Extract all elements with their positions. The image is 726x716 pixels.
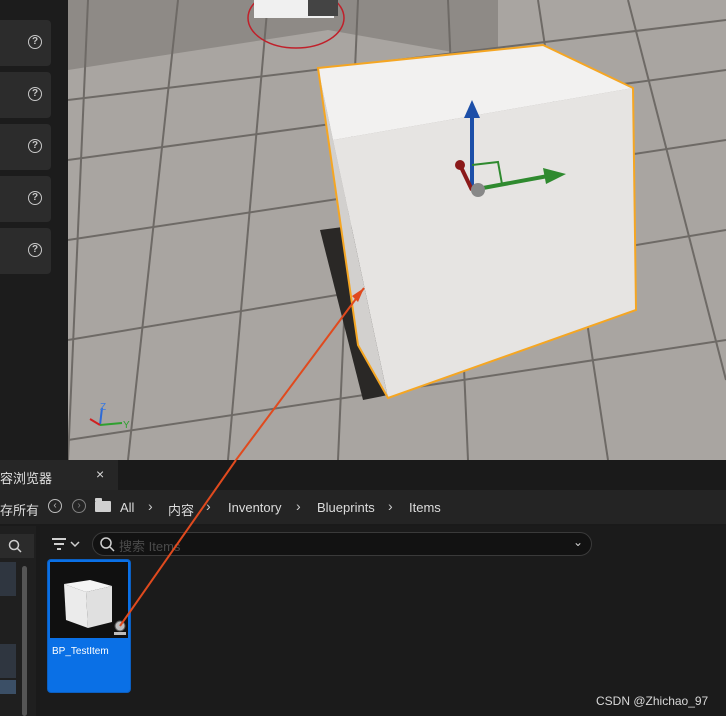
breadcrumb-blueprints[interactable]: Blueprints xyxy=(317,500,375,515)
filter-button[interactable] xyxy=(50,534,86,556)
close-icon[interactable]: × xyxy=(96,466,104,482)
help-icon[interactable]: ? xyxy=(28,87,42,101)
chevron-down-icon[interactable]: ⌄ xyxy=(573,535,583,549)
breadcrumb-items[interactable]: Items xyxy=(409,500,441,515)
viewport-scene: Z Y xyxy=(68,0,726,460)
axis-z-label: Z xyxy=(100,402,106,413)
folder-tree-item[interactable] xyxy=(0,680,16,694)
search-icon xyxy=(100,537,115,552)
forward-icon[interactable]: › xyxy=(72,499,86,513)
property-row: ? xyxy=(0,72,51,118)
chevron-right-icon: › xyxy=(148,498,153,514)
axis-y-label: Y xyxy=(123,420,130,431)
folder-tree-item[interactable] xyxy=(0,644,16,678)
property-row: ? xyxy=(0,228,51,274)
search-placeholder: 搜索 Items xyxy=(119,539,181,554)
chevron-right-icon: › xyxy=(206,498,211,514)
help-icon[interactable]: ? xyxy=(28,35,42,49)
breadcrumb-inventory[interactable]: Inventory xyxy=(228,500,281,515)
tab-label: 容浏览器 xyxy=(0,471,53,486)
asset-view: 搜索 Items ⌄ BP_TestItem xyxy=(40,526,726,716)
watermark: CSDN @Zhichao_97 xyxy=(596,694,709,708)
sources-panel xyxy=(0,526,36,716)
scrollbar[interactable] xyxy=(22,566,27,716)
breadcrumb-all[interactable]: All xyxy=(120,500,134,515)
filter-icon xyxy=(52,538,80,550)
details-panel: ? ? ? ? ? xyxy=(0,0,68,460)
save-all-button[interactable]: 存所有 xyxy=(0,500,39,519)
help-icon[interactable]: ? xyxy=(28,243,42,257)
help-icon[interactable]: ? xyxy=(28,191,42,205)
asset-tile[interactable]: BP_TestItem xyxy=(48,560,130,692)
folder-icon xyxy=(95,498,111,512)
level-viewport[interactable]: Z Y xyxy=(68,0,726,460)
content-browser: 容浏览器 × 存所有 ‹ › All › 内容 › Inventory › Bl… xyxy=(0,460,726,716)
content-browser-toolbar: 存所有 ‹ › All › 内容 › Inventory › Blueprint… xyxy=(0,490,726,524)
chevron-right-icon: › xyxy=(296,498,301,514)
property-row: ? xyxy=(0,124,51,170)
content-browser-tab[interactable]: 容浏览器 × xyxy=(0,460,118,490)
search-icon xyxy=(8,539,22,553)
breadcrumb-content[interactable]: 内容 xyxy=(168,500,194,519)
annotation-arrow xyxy=(235,287,365,460)
selected-cube[interactable] xyxy=(316,43,638,400)
property-row: ? xyxy=(0,20,51,66)
asset-thumbnail xyxy=(50,562,128,638)
search-input[interactable]: 搜索 Items ⌄ xyxy=(92,532,592,556)
back-icon[interactable]: ‹ xyxy=(48,499,62,513)
property-row: ? xyxy=(0,176,51,222)
help-icon[interactable]: ? xyxy=(28,139,42,153)
cube-thumbnail-icon xyxy=(64,580,126,635)
chevron-right-icon: › xyxy=(388,498,393,514)
sources-search[interactable] xyxy=(0,534,34,558)
folder-tree-item[interactable] xyxy=(0,562,16,596)
asset-name: BP_TestItem xyxy=(52,646,109,657)
